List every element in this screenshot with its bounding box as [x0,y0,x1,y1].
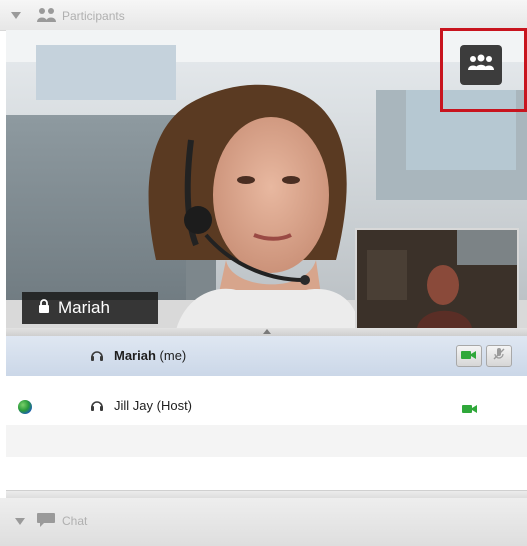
participant-name: Jill Jay (Host) [114,398,193,413]
participant-row[interactable]: Jill Jay (Host) [6,387,527,425]
chat-header-label: Chat [62,514,88,528]
self-view-thumbnail[interactable] [355,228,519,330]
headset-icon [90,349,104,368]
collapse-arrow-icon[interactable] [263,329,271,334]
participants-icon [36,7,58,28]
globe-icon [18,400,32,414]
participants-panel-header[interactable]: Participants [0,0,527,31]
headset-icon [90,399,104,418]
empty-row [6,457,527,490]
mute-button[interactable] [486,345,512,367]
chat-bubble-icon [36,512,56,533]
highlight-annotation-box [440,28,527,112]
collapse-triangle-icon[interactable] [11,12,21,19]
video-camera-button[interactable] [456,345,482,367]
participant-name: Mariah (me) [114,348,186,363]
mute-mic-icon [492,347,506,366]
participant-name-bold: Mariah [114,348,156,363]
collapse-triangle-icon[interactable] [15,518,25,525]
empty-row [6,425,527,457]
participant-suffix: (me) [159,348,187,363]
participant-row[interactable]: Mariah (me) [6,336,527,376]
active-speaker-name-tag: Mariah [22,292,158,324]
participants-header-label: Participants [62,9,125,23]
chat-panel-header[interactable]: Chat [0,498,527,546]
active-speaker-name: Mariah [58,298,110,317]
video-camera-icon [461,347,477,365]
lock-icon [38,298,50,318]
video-camera-icon[interactable] [462,401,478,419]
